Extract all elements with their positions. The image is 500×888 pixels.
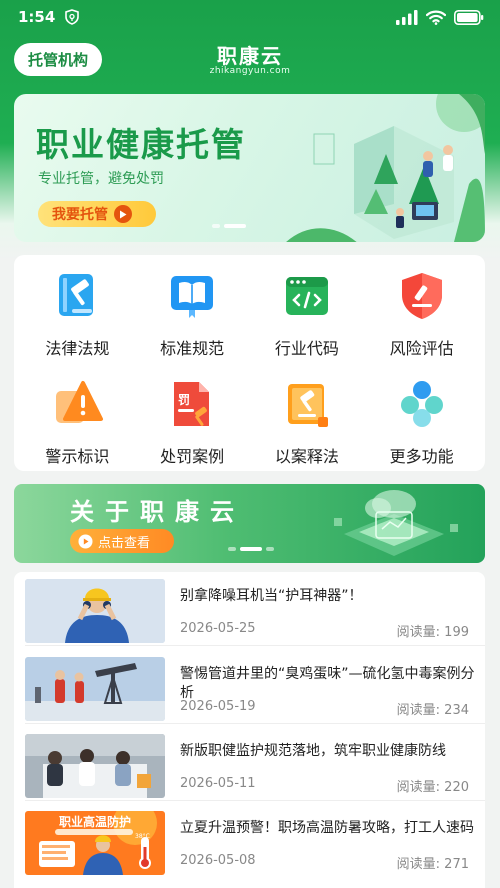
- news-views: 阅读量: 234: [397, 699, 469, 718]
- news-thumbnail: [25, 579, 165, 643]
- feature-penalty-cases[interactable]: 罚 处罚案例: [135, 377, 250, 467]
- gavel-book-icon: [287, 384, 328, 427]
- law-book-icon: [59, 274, 94, 316]
- news-views: 阅读量: 199: [397, 621, 469, 640]
- news-views-count: 271: [444, 857, 469, 872]
- heat-thumbnail-title: 职业高温防护: [58, 815, 131, 829]
- news-views-label: 阅读量:: [396, 857, 441, 872]
- news-views-count: 199: [444, 625, 469, 640]
- signal-icon: [396, 9, 418, 25]
- pagination-dot[interactable]: [266, 547, 274, 551]
- shield-icon: [65, 9, 80, 25]
- feature-case-law[interactable]: 以案释法: [250, 377, 365, 467]
- banner-cta-button[interactable]: 我要托管: [38, 201, 156, 227]
- code-window-icon: [285, 277, 328, 315]
- status-time: 1:54: [18, 8, 56, 26]
- feature-more[interactable]: 更多功能: [364, 377, 479, 467]
- news-date: 2026-05-19: [180, 699, 256, 714]
- pagination-dot-active[interactable]: [224, 224, 246, 228]
- divider: [25, 800, 485, 801]
- feature-label: 行业代码: [274, 339, 339, 358]
- feature-label: 更多功能: [389, 447, 454, 466]
- more-features-icon: [400, 381, 443, 427]
- feature-label: 以案释法: [274, 447, 339, 466]
- standard-book-icon: [171, 276, 214, 318]
- news-thumbnail: [25, 657, 165, 721]
- pagination-dot-active[interactable]: [240, 547, 262, 551]
- svg-text:罚: 罚: [178, 393, 190, 407]
- feature-standard[interactable]: 标准规范: [135, 269, 250, 359]
- about-view-button[interactable]: 点击查看: [70, 529, 174, 553]
- hero-banner[interactable]: 职业健康托管 专业托管，避免处罚 我要托管: [14, 94, 485, 242]
- app-domain: zhikangyun.com: [209, 66, 291, 76]
- news-thumbnail: [25, 734, 165, 798]
- banner-title: 职业健康托管: [36, 125, 246, 164]
- news-views-count: 220: [444, 780, 469, 795]
- news-views: 阅读量: 220: [397, 776, 469, 795]
- news-date: 2026-05-25: [180, 621, 256, 636]
- about-view-label: 点击查看: [98, 535, 151, 551]
- app-title: 职康云: [217, 44, 283, 68]
- feature-industry-code[interactable]: 行业代码: [250, 269, 365, 359]
- news-item[interactable]: 警惕管道井里的“臭鸡蛋味”—硫化氢中毒案例分析 2026-05-19 阅读量: …: [14, 652, 485, 724]
- news-item[interactable]: 新版职健监护规范落地，筑牢职业健康防线 2026-05-11 阅读量: 220: [14, 729, 485, 801]
- feature-label: 风险评估: [389, 339, 454, 358]
- news-title: 新版职健监护规范落地，筑牢职业健康防线: [180, 743, 446, 759]
- news-item[interactable]: 职业高温防护 38°C 立夏升温预警！职场高温防暑攻略，打工人速码 2026-0…: [14, 806, 485, 878]
- banner-cta-label: 我要托管: [52, 207, 108, 223]
- news-thumbnail: 职业高温防护 38°C: [25, 811, 165, 875]
- divider: [25, 645, 485, 646]
- app-header: 托管机构 职康云 zhikangyun.com: [0, 38, 500, 82]
- battery-icon: [454, 9, 484, 25]
- banner-pagination: [212, 224, 246, 228]
- news-item[interactable]: 别拿降噪耳机当“护耳神器”！ 2026-05-25 阅读量: 199: [14, 574, 485, 646]
- pagination-dot[interactable]: [212, 224, 220, 228]
- about-banner[interactable]: 关于职康云 点击查看: [14, 484, 485, 563]
- warning-sign-icon: [56, 381, 104, 423]
- feature-label: 处罚案例: [160, 447, 225, 466]
- pagination-dot[interactable]: [228, 547, 236, 551]
- status-bar: 1:54: [0, 0, 500, 34]
- heat-thumbnail-temperature: 38°C: [135, 833, 150, 840]
- feature-risk[interactable]: 风险评估: [364, 269, 479, 359]
- divider: [25, 723, 485, 724]
- news-views-label: 阅读量:: [396, 703, 441, 718]
- feature-label: 法律法规: [45, 339, 110, 358]
- news-views-count: 234: [444, 703, 469, 718]
- news-title: 立夏升温预警！职场高温防暑攻略，打工人速码: [180, 820, 474, 836]
- news-views-label: 阅读量:: [396, 625, 441, 640]
- news-date: 2026-05-11: [180, 776, 256, 791]
- feature-grid: 法律法规 标准规范 行业代码 风险评估 警示标识 罚 处罚案例 以案释法 更多功…: [20, 269, 479, 467]
- feature-label: 警示标识: [45, 447, 110, 466]
- about-pagination: [228, 547, 274, 551]
- penalty-document-icon: 罚: [174, 382, 210, 426]
- news-views-label: 阅读量:: [396, 780, 441, 795]
- risk-shield-icon: [401, 273, 442, 319]
- feature-label: 标准规范: [160, 339, 225, 358]
- news-title: 警惕管道井里的“臭鸡蛋味”—硫化氢中毒案例分析: [180, 666, 475, 701]
- feature-warning-sign[interactable]: 警示标识: [20, 377, 135, 467]
- wifi-icon: [426, 10, 446, 25]
- news-title: 别拿降噪耳机当“护耳神器”！: [180, 588, 363, 604]
- feature-card: 法律法规 标准规范 行业代码 风险评估 警示标识 罚 处罚案例 以案释法 更多功…: [14, 255, 485, 471]
- play-circle-icon: [78, 534, 93, 548]
- news-date: 2026-05-08: [180, 853, 256, 868]
- banner-subtitle: 专业托管，避免处罚: [38, 171, 164, 187]
- about-title: 关于职康云: [70, 498, 245, 526]
- play-icon: [114, 205, 132, 223]
- feature-law[interactable]: 法律法规: [20, 269, 135, 359]
- news-views: 阅读量: 271: [397, 853, 469, 872]
- news-list: 别拿降噪耳机当“护耳神器”！ 2026-05-25 阅读量: 199 警惕管道井…: [14, 572, 485, 888]
